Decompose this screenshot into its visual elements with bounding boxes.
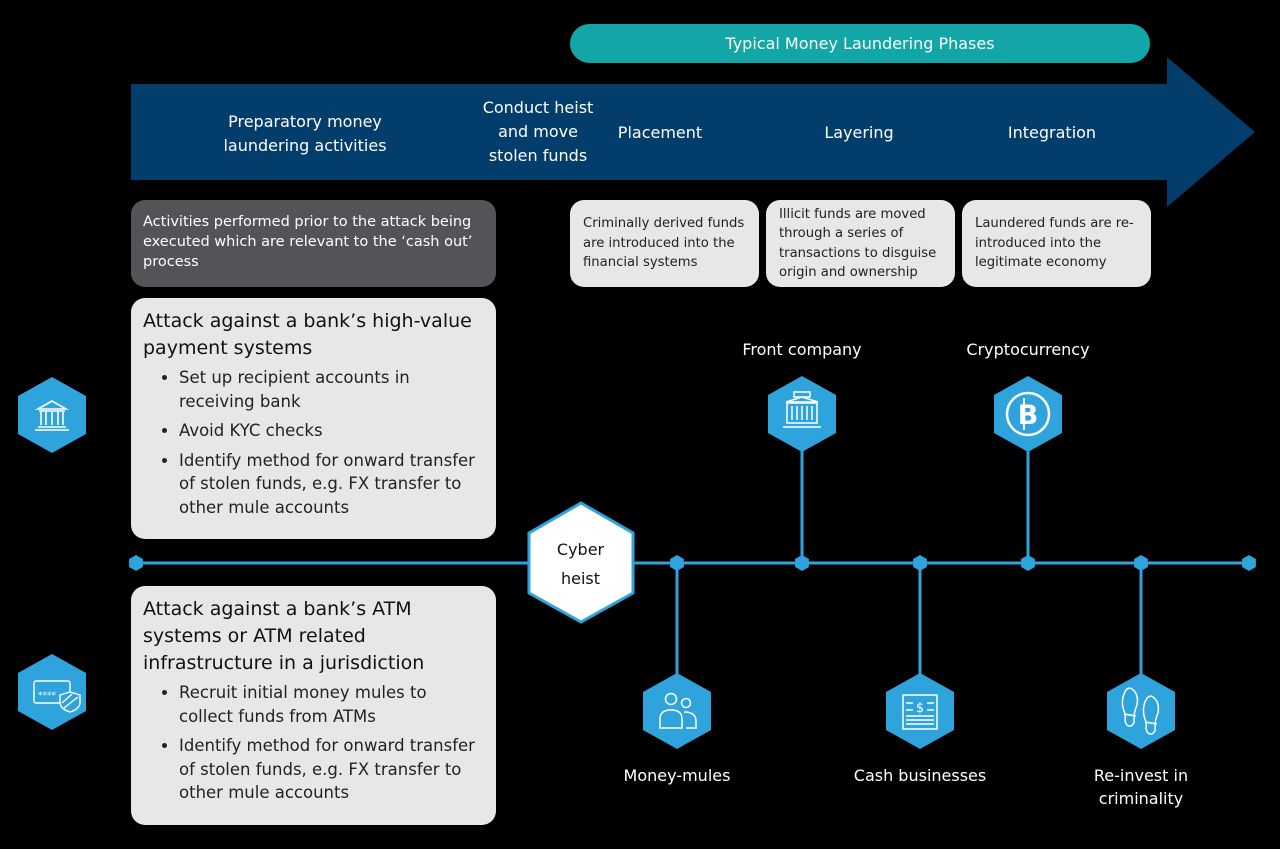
stage-layering: Layering: [800, 121, 918, 145]
node-front-company: [795, 555, 809, 571]
integration-description-text: Laundered funds are re-introduced into t…: [975, 216, 1134, 271]
label-line: Cash businesses: [853, 766, 987, 785]
label-money-mules: Money-mules: [617, 764, 737, 787]
attack-bullet: Recruit initial money mules to collect f…: [179, 681, 482, 728]
attack-title: Attack against a bank’s ATM systems or A…: [143, 598, 425, 674]
front-company-hexagon: [768, 376, 836, 452]
bank-hexagon: [18, 377, 86, 453]
stage-line: Placement: [617, 123, 703, 142]
atm-hexagon: ****: [18, 654, 86, 730]
node-reinvest: [1134, 555, 1148, 571]
preparatory-description-text: Activities performed prior to the attack…: [143, 214, 473, 270]
label-cash-businesses: Cash businesses: [840, 764, 1000, 787]
stage-line: and move: [498, 122, 578, 141]
attack-bullets: Set up recipient accounts in receiving b…: [143, 366, 482, 519]
label-line: Cryptocurrency: [966, 340, 1090, 359]
label-line: Front company: [742, 340, 862, 359]
layering-description-text: Illicit funds are moved through a series…: [779, 206, 937, 281]
stage-placement: Placement: [600, 121, 720, 145]
label-line: Re-invest in: [1093, 766, 1189, 785]
attack-bullet: Avoid KYC checks: [179, 419, 482, 443]
preparatory-description: Activities performed prior to the attack…: [131, 200, 496, 287]
money-mules-hexagon: [643, 673, 711, 749]
attack-bullet: Identify method for onward transfer of s…: [179, 734, 482, 805]
stage-integration: Integration: [990, 121, 1114, 145]
label-line: criminality: [1098, 789, 1184, 808]
cyber-heist-line: heist: [560, 569, 601, 588]
label-reinvest: Re-invest in criminality: [1081, 764, 1201, 810]
timeline-start-node: [129, 555, 143, 571]
stage-line: stolen funds: [488, 146, 588, 165]
svg-text:$: $: [916, 701, 924, 716]
stage-conduct-heist: Conduct heist and move stolen funds: [470, 96, 606, 168]
integration-description: Laundered funds are re-introduced into t…: [962, 200, 1151, 287]
stage-line: Integration: [1007, 123, 1097, 142]
node-money-mules: [670, 555, 684, 571]
node-cash-businesses: [913, 555, 927, 571]
attack-bullet: Set up recipient accounts in receiving b…: [179, 366, 482, 413]
node-cryptocurrency: [1021, 555, 1035, 571]
phases-title: Typical Money Laundering Phases: [725, 34, 995, 53]
placement-description-text: Criminally derived funds are introduced …: [583, 216, 745, 271]
attack-title: Attack against a bank’s high-value payme…: [143, 310, 472, 359]
attack-bullet: Identify method for onward transfer of s…: [179, 449, 482, 520]
cryptocurrency-hexagon: B: [994, 376, 1062, 452]
layering-description: Illicit funds are moved through a series…: [766, 200, 955, 287]
label-line: Money-mules: [623, 766, 731, 785]
stage-line: Preparatory money: [228, 112, 382, 131]
cash-businesses-hexagon: $: [886, 673, 954, 749]
stage-line: laundering activities: [223, 136, 387, 155]
placement-description: Criminally derived funds are introduced …: [570, 200, 759, 287]
stage-line: Conduct heist: [482, 98, 594, 117]
cyber-heist-label: Cyber heist: [528, 535, 633, 593]
reinvest-hexagon: [1107, 673, 1175, 749]
stage-line: Layering: [824, 123, 894, 142]
svg-text:****: ****: [38, 691, 57, 701]
label-cryptocurrency: Cryptocurrency: [953, 338, 1103, 361]
phases-title-banner: Typical Money Laundering Phases: [570, 24, 1150, 63]
timeline-end-node: [1242, 555, 1256, 571]
cyber-heist-line: Cyber: [556, 540, 605, 559]
attack-card-atm-systems: Attack against a bank’s ATM systems or A…: [131, 586, 496, 825]
stage-preparatory: Preparatory money laundering activities: [200, 110, 410, 158]
label-front-company: Front company: [727, 338, 877, 361]
attack-bullets: Recruit initial money mules to collect f…: [143, 681, 482, 805]
attack-card-payment-systems: Attack against a bank’s high-value payme…: [131, 298, 496, 539]
svg-text:B: B: [1018, 400, 1039, 431]
